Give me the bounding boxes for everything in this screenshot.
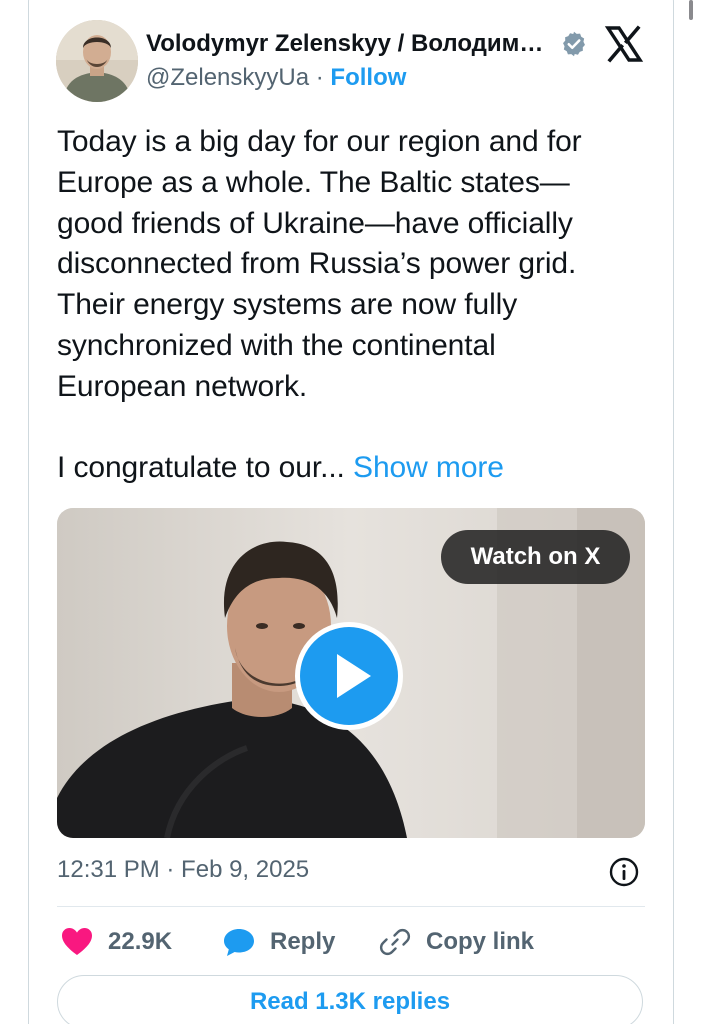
scroll-indicator[interactable]: [689, 0, 693, 20]
info-icon[interactable]: [608, 856, 640, 888]
tweet-text-line: good friends of Ukraine—have officially: [57, 206, 573, 240]
tweet-text-line: Europe as a whole. The Baltic states—: [57, 165, 570, 199]
author-name[interactable]: Volodymyr Zelenskyy / Володимир Зеленськ…: [146, 30, 554, 58]
verified-badge-icon: [563, 31, 585, 57]
copy-link-button[interactable]: Copy link: [378, 922, 534, 962]
tweet-text-line: disconnected from Russia’s power grid.: [57, 247, 577, 281]
x-logo-icon[interactable]: [604, 24, 644, 64]
divider: [57, 906, 645, 907]
tweet-text-line: European network.: [57, 369, 308, 403]
speech-bubble-icon: [222, 925, 256, 959]
author-handle[interactable]: @ZelenskyyUa: [146, 64, 309, 91]
heart-icon: [60, 925, 94, 959]
like-count: 22.9K: [108, 928, 173, 955]
show-more-link[interactable]: Show more: [353, 451, 504, 484]
reply-label: Reply: [270, 928, 336, 955]
tweet-text-truncated-line: I congratulate to our... Show more: [57, 448, 657, 489]
tweet-text-line: Today is a big day for our region and fo…: [57, 125, 582, 158]
copy-link-label: Copy link: [426, 928, 535, 955]
tweet-text-line: Their energy systems are now fully: [57, 288, 518, 322]
truncated-text: I congratulate to our...: [57, 451, 345, 485]
reply-button[interactable]: Reply: [222, 922, 335, 962]
tweet-text-line: synchronized with the continental: [57, 328, 496, 362]
avatar[interactable]: [56, 20, 138, 102]
like-button[interactable]: 22.9K: [60, 922, 172, 962]
follow-button[interactable]: Follow: [330, 64, 406, 91]
handle-row: @ZelenskyyUa · Follow: [146, 64, 406, 92]
read-replies-button[interactable]: Read 1.3K replies: [57, 975, 643, 1024]
tweet-timestamp[interactable]: 12:31 PM · Feb 9, 2025: [57, 856, 309, 884]
link-icon: [378, 925, 412, 959]
play-icon[interactable]: [293, 620, 405, 732]
handle-separator: ·: [315, 64, 324, 91]
watch-on-x-button[interactable]: Watch on X: [441, 530, 630, 584]
page: Volodymyr Zelenskyy / Володимир Зеленськ…: [0, 0, 701, 1024]
tweet-text: Today is a big day for our region and fo…: [57, 122, 657, 489]
